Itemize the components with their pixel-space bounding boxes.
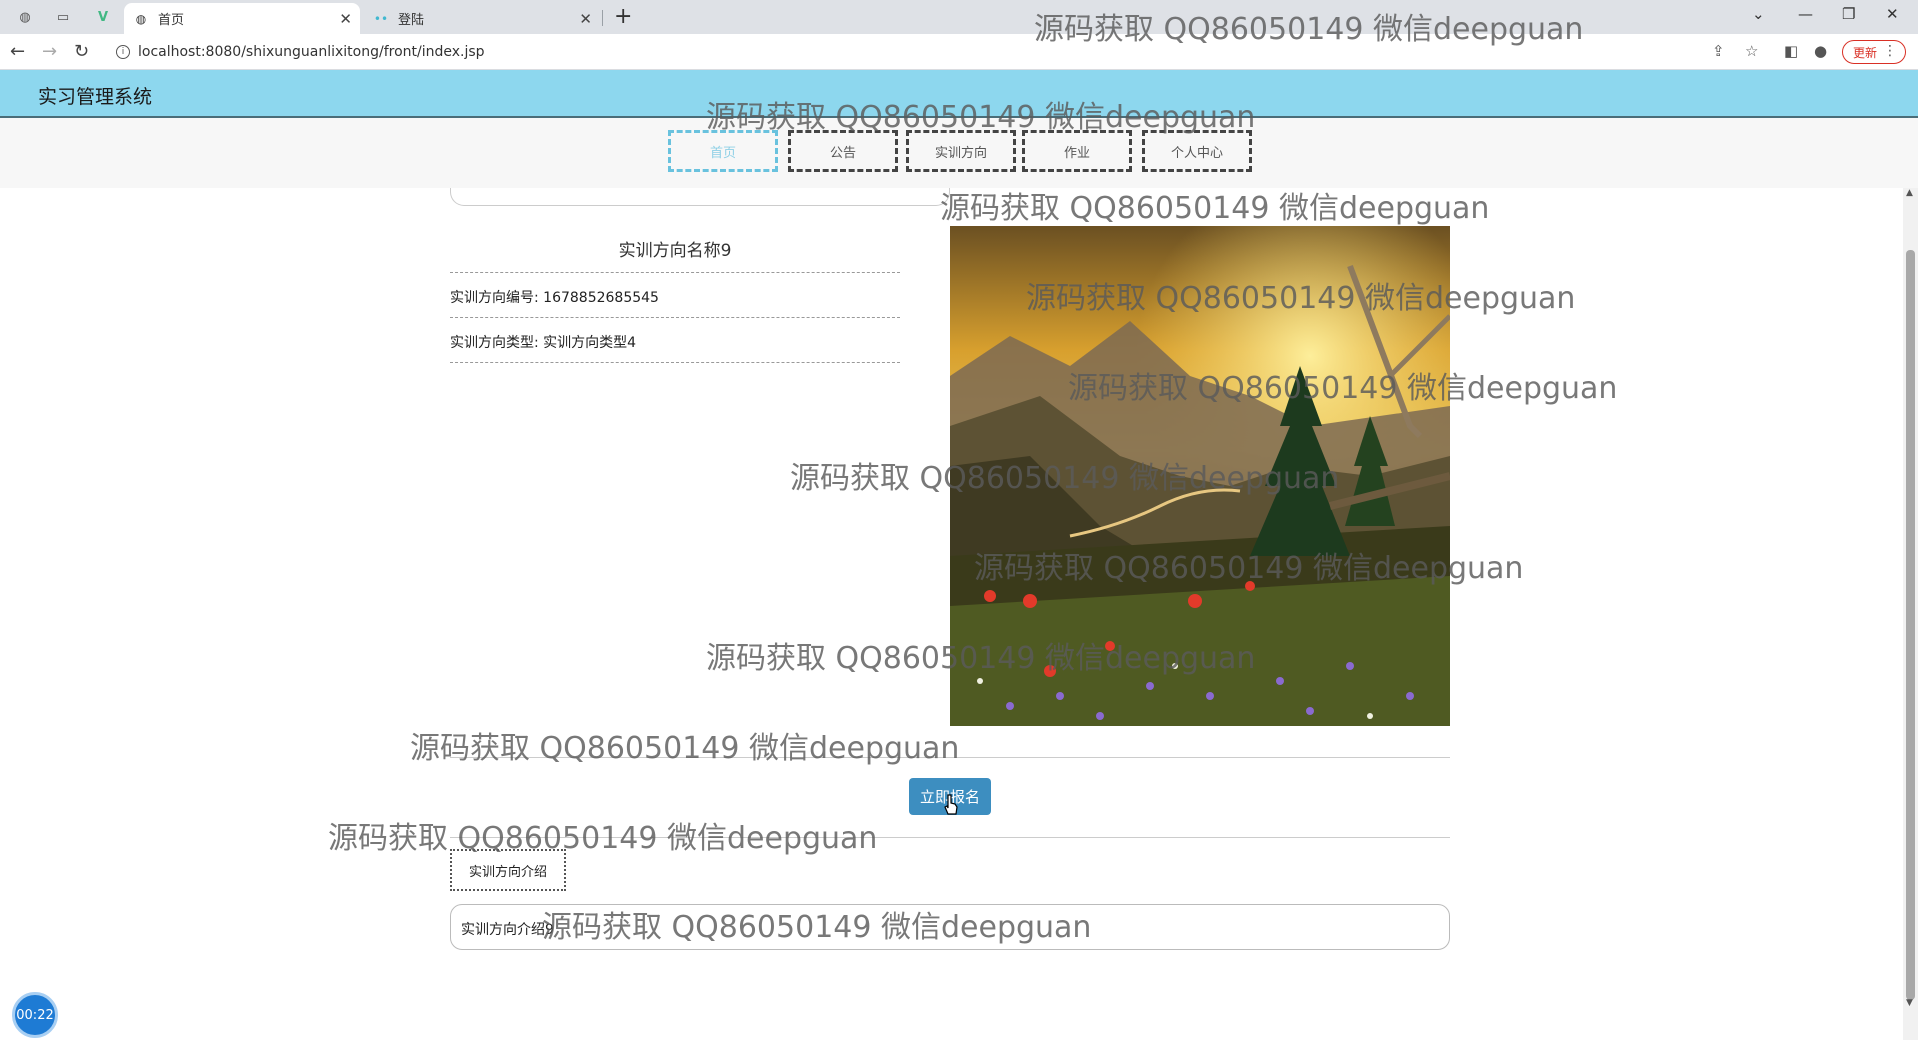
site-header: 实习管理系统 — [0, 70, 1918, 118]
tab-login-title: 登陆 — [398, 13, 425, 28]
close-window-button[interactable]: ✕ — [1886, 5, 1899, 23]
nav-announcements[interactable]: 公告 — [788, 130, 898, 172]
menu-dots-icon[interactable]: ⋮ — [1883, 43, 1897, 59]
url-text: localhost:8080/shixunguanlixitong/front/… — [138, 44, 485, 60]
site-info-icon[interactable]: i — [116, 45, 130, 59]
side-panel-icon[interactable]: ◧ — [1784, 42, 1798, 60]
tab-login[interactable]: •• 登陆 ✕ — [364, 3, 600, 34]
divider — [450, 837, 1450, 838]
minimize-button[interactable]: — — [1798, 5, 1813, 23]
training-code-value: 1678852685545 — [543, 290, 659, 306]
recording-timer: 00:22 — [12, 992, 58, 1038]
back-arrow-icon[interactable]: ← — [10, 41, 25, 62]
new-tab-button[interactable]: + — [614, 4, 632, 29]
divider — [450, 757, 1450, 758]
update-label: 更新 — [1853, 45, 1878, 60]
nav-home[interactable]: 首页 — [668, 130, 778, 172]
nav-homework[interactable]: 作业 — [1022, 130, 1132, 172]
training-name: 实训方向名称9 — [618, 241, 732, 261]
reload-icon[interactable]: ↻ — [74, 41, 89, 62]
share-icon[interactable]: ⇪ — [1712, 42, 1725, 60]
watermark: 源码获取 QQ86050149 微信deepguan — [410, 731, 960, 766]
tab-search-chevron-icon[interactable]: ⌄ — [1752, 5, 1765, 23]
hand-cursor-icon — [944, 794, 958, 815]
address-bar[interactable]: i localhost:8080/shixunguanlixitong/fron… — [110, 38, 1770, 66]
pinned-tab-blank-icon[interactable]: ▭ — [52, 6, 74, 28]
pinned-tab-globe-icon[interactable]: ◍ — [14, 6, 36, 28]
training-code-label: 实训方向编号: — [450, 290, 539, 306]
tab-separator — [602, 10, 603, 26]
bookmark-star-icon[interactable]: ☆ — [1745, 42, 1758, 60]
training-type-value: 实训方向类型4 — [543, 335, 637, 351]
training-type-label: 实训方向类型: — [450, 335, 539, 351]
scroll-down-arrow-icon[interactable]: ▼ — [1906, 998, 1913, 1008]
tab-home-title: 首页 — [158, 13, 185, 28]
forward-arrow-icon[interactable]: → — [42, 41, 57, 62]
restore-button[interactable]: ❐ — [1842, 5, 1855, 23]
globe-icon: ◍ — [135, 11, 147, 26]
pinned-tab-vue-icon[interactable]: V — [92, 6, 114, 28]
update-button[interactable]: 更新 ⋮ — [1842, 40, 1906, 64]
nav-training-direction[interactable]: 实训方向 — [906, 130, 1016, 172]
divider — [450, 362, 900, 363]
training-photo — [950, 226, 1450, 726]
profile-avatar-icon[interactable]: ● — [1814, 42, 1827, 60]
main-nav: 首页 公告 实训方向 作业 个人中心 — [0, 118, 1918, 188]
divider — [450, 317, 900, 318]
site-title: 实习管理系统 — [38, 86, 153, 108]
divider — [450, 272, 900, 273]
training-intro-content: 实训方向介绍9 — [450, 904, 1450, 950]
nav-personal-center[interactable]: 个人中心 — [1142, 130, 1252, 172]
page-scrollbar[interactable]: ▲ ▼ — [1903, 188, 1918, 1040]
browser-toolbar: ← → ↻ i localhost:8080/shixunguanlixiton… — [0, 34, 1918, 70]
scroll-up-arrow-icon[interactable]: ▲ — [1906, 188, 1913, 198]
training-code-row: 实训方向编号: 1678852685545 — [450, 287, 659, 307]
tab-home[interactable]: ◍ 首页 ✕ — [124, 3, 360, 34]
tab-training-intro[interactable]: 实训方向介绍 — [450, 849, 566, 891]
watermark: 源码获取 QQ86050149 微信deepguan — [940, 191, 1490, 226]
close-tab-icon[interactable]: ✕ — [579, 10, 592, 28]
browser-tab-bar: ◍ ▭ V ◍ 首页 ✕ •• 登陆 ✕ + ⌄ — ❐ ✕ — [0, 0, 1918, 34]
loading-dots-icon: •• — [373, 11, 389, 26]
scrollbar-thumb[interactable] — [1906, 250, 1915, 1000]
watermark: 源码获取 QQ86050149 微信deepguan — [328, 821, 878, 856]
training-type-row: 实训方向类型: 实训方向类型4 — [450, 332, 636, 352]
close-tab-icon[interactable]: ✕ — [339, 10, 352, 28]
